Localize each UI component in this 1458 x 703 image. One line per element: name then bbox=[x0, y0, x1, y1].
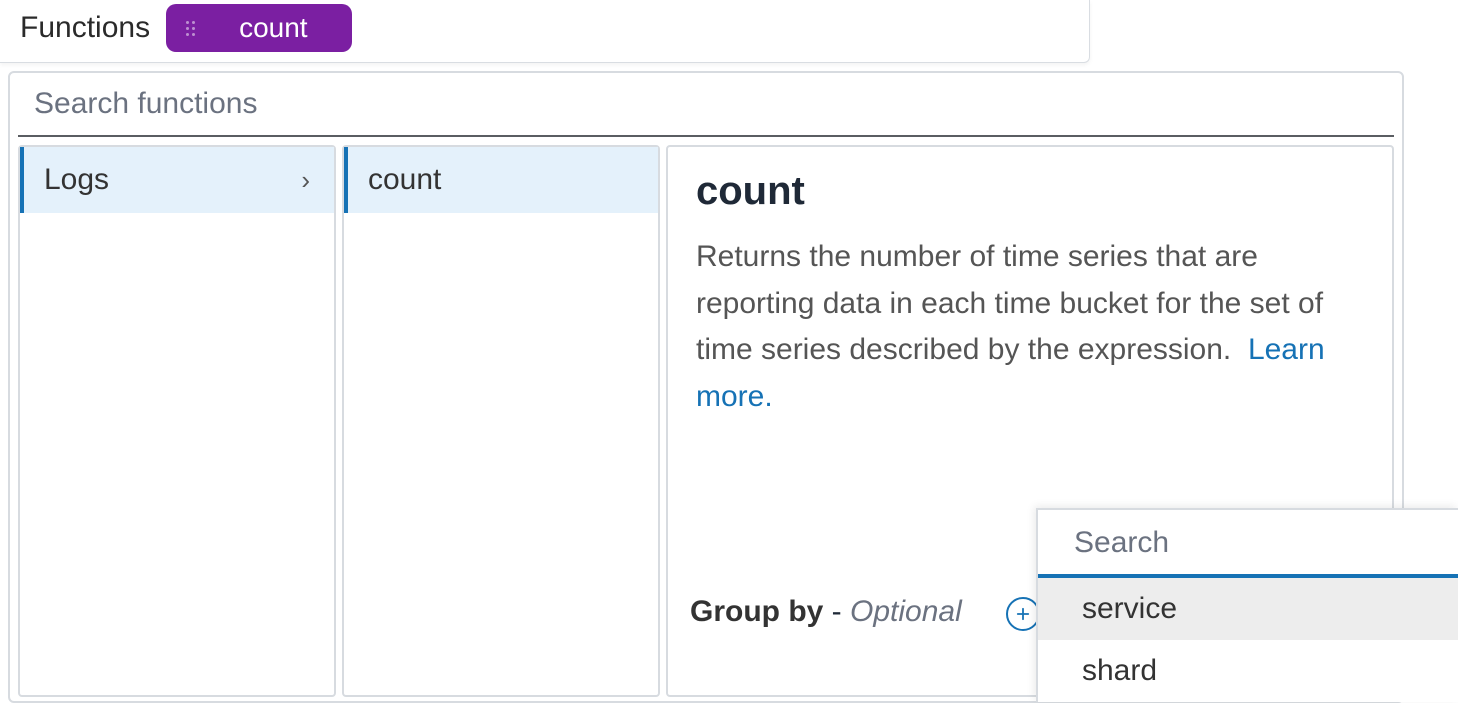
chevron-right-icon: › bbox=[301, 165, 310, 196]
popover-search-input[interactable] bbox=[1074, 526, 1458, 560]
category-item-logs[interactable]: Logs › bbox=[20, 147, 334, 213]
group-by-popover: service shard bbox=[1036, 508, 1458, 702]
group-by-dash: - bbox=[823, 595, 850, 628]
detail-description-text: Returns the number of time series that a… bbox=[696, 240, 1323, 366]
active-function-chip[interactable]: count bbox=[166, 4, 352, 52]
group-by-label-text: Group by bbox=[690, 595, 823, 628]
popover-item-shard[interactable]: shard bbox=[1038, 640, 1458, 702]
chip-label: count bbox=[239, 12, 308, 44]
category-column: Logs › bbox=[18, 145, 336, 697]
category-label: Logs bbox=[44, 163, 109, 197]
popover-search-row bbox=[1038, 510, 1458, 578]
group-by-label: Group by - Optional bbox=[690, 595, 962, 629]
detail-title: count bbox=[696, 169, 1364, 214]
add-group-by-button[interactable] bbox=[1006, 597, 1040, 631]
search-functions-input[interactable] bbox=[34, 87, 1378, 121]
group-by-row: Group by - Optional bbox=[690, 595, 962, 629]
drag-handle-icon[interactable] bbox=[186, 21, 195, 36]
function-item-count[interactable]: count bbox=[344, 147, 658, 213]
plus-icon bbox=[1014, 605, 1032, 623]
detail-description: Returns the number of time series that a… bbox=[696, 234, 1364, 420]
search-row bbox=[18, 73, 1394, 137]
group-by-optional: Optional bbox=[850, 595, 962, 628]
functions-label: Functions bbox=[20, 11, 150, 45]
function-label: count bbox=[368, 163, 441, 197]
popover-item-service[interactable]: service bbox=[1038, 578, 1458, 640]
functions-header: Functions count bbox=[0, 0, 1090, 63]
function-column: count bbox=[342, 145, 660, 697]
